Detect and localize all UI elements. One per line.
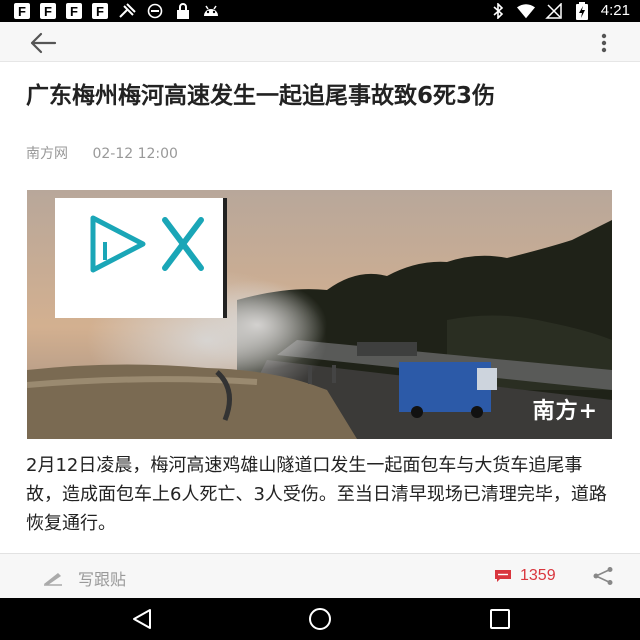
nav-home-button[interactable] xyxy=(306,608,334,630)
top-app-bar xyxy=(0,22,640,62)
article-photo[interactable]: 南方+ xyxy=(27,190,612,439)
system-status-icons: 4:21 xyxy=(489,2,630,20)
article-meta: 南方网 02-12 12:00 xyxy=(26,143,178,163)
battery-charging-icon xyxy=(573,2,591,20)
logo-edge xyxy=(223,198,227,318)
article-content[interactable]: 广东梅州梅河高速发生一起追尾事故致6死3伤 南方网 02-12 12:00 南方… xyxy=(0,63,640,553)
facebook-notification-icon: F xyxy=(92,3,108,19)
article-title: 广东梅州梅河高速发生一起追尾事故致6死3伤 xyxy=(26,83,496,109)
reply-placeholder: 写跟贴 xyxy=(78,570,127,589)
arrow-left-icon xyxy=(30,32,57,54)
article-body: 2月12日凌晨，梅河高速鸡雄山隧道口发生一起面包车与大货车追尾事故，造成面包车上… xyxy=(26,455,607,534)
comment-bubble-icon xyxy=(495,570,511,582)
article-source: 南方网 xyxy=(26,146,68,162)
satellite-icon xyxy=(118,3,136,19)
write-reply-button[interactable]: 写跟贴 xyxy=(42,566,126,590)
video-play-logo xyxy=(55,198,223,318)
triangle-back-icon xyxy=(133,609,151,629)
bluetooth-icon xyxy=(489,3,507,19)
facebook-notification-icon: F xyxy=(14,3,30,19)
clock: 4:21 xyxy=(600,2,630,19)
status-bar: F F F F 4:21 xyxy=(0,0,640,22)
article-screen: 广东梅州梅河高速发生一起追尾事故致6死3伤 南方网 02-12 12:00 南方… xyxy=(0,22,640,598)
back-button[interactable] xyxy=(24,30,64,56)
share-icon xyxy=(593,567,613,585)
priority-circle-icon xyxy=(146,3,164,19)
notification-icons: F F F F xyxy=(14,3,220,19)
more-vertical-icon xyxy=(601,33,607,53)
nav-recents-button[interactable] xyxy=(488,608,512,630)
more-options-button[interactable] xyxy=(598,32,610,54)
facebook-notification-icon: F xyxy=(66,3,82,19)
play-x-icon xyxy=(90,215,204,273)
nav-back-button[interactable] xyxy=(130,608,154,630)
wifi-icon xyxy=(516,3,535,19)
circle-home-icon xyxy=(309,608,331,630)
article-datetime: 02-12 12:00 xyxy=(92,146,178,162)
system-navigation-bar xyxy=(0,598,640,640)
bottom-toolbar: 写跟贴 1359 xyxy=(0,553,640,598)
photo-watermark: 南方+ xyxy=(532,398,598,424)
facebook-notification-icon: F xyxy=(40,3,56,19)
comment-count: 1359 xyxy=(520,567,556,584)
comments-button[interactable]: 1359 xyxy=(494,567,556,585)
pencil-icon xyxy=(44,573,62,586)
share-button[interactable] xyxy=(592,566,614,586)
square-recents-icon xyxy=(490,609,510,629)
android-icon xyxy=(202,3,220,19)
no-signal-icon xyxy=(544,3,563,19)
lock-icon xyxy=(174,3,192,19)
